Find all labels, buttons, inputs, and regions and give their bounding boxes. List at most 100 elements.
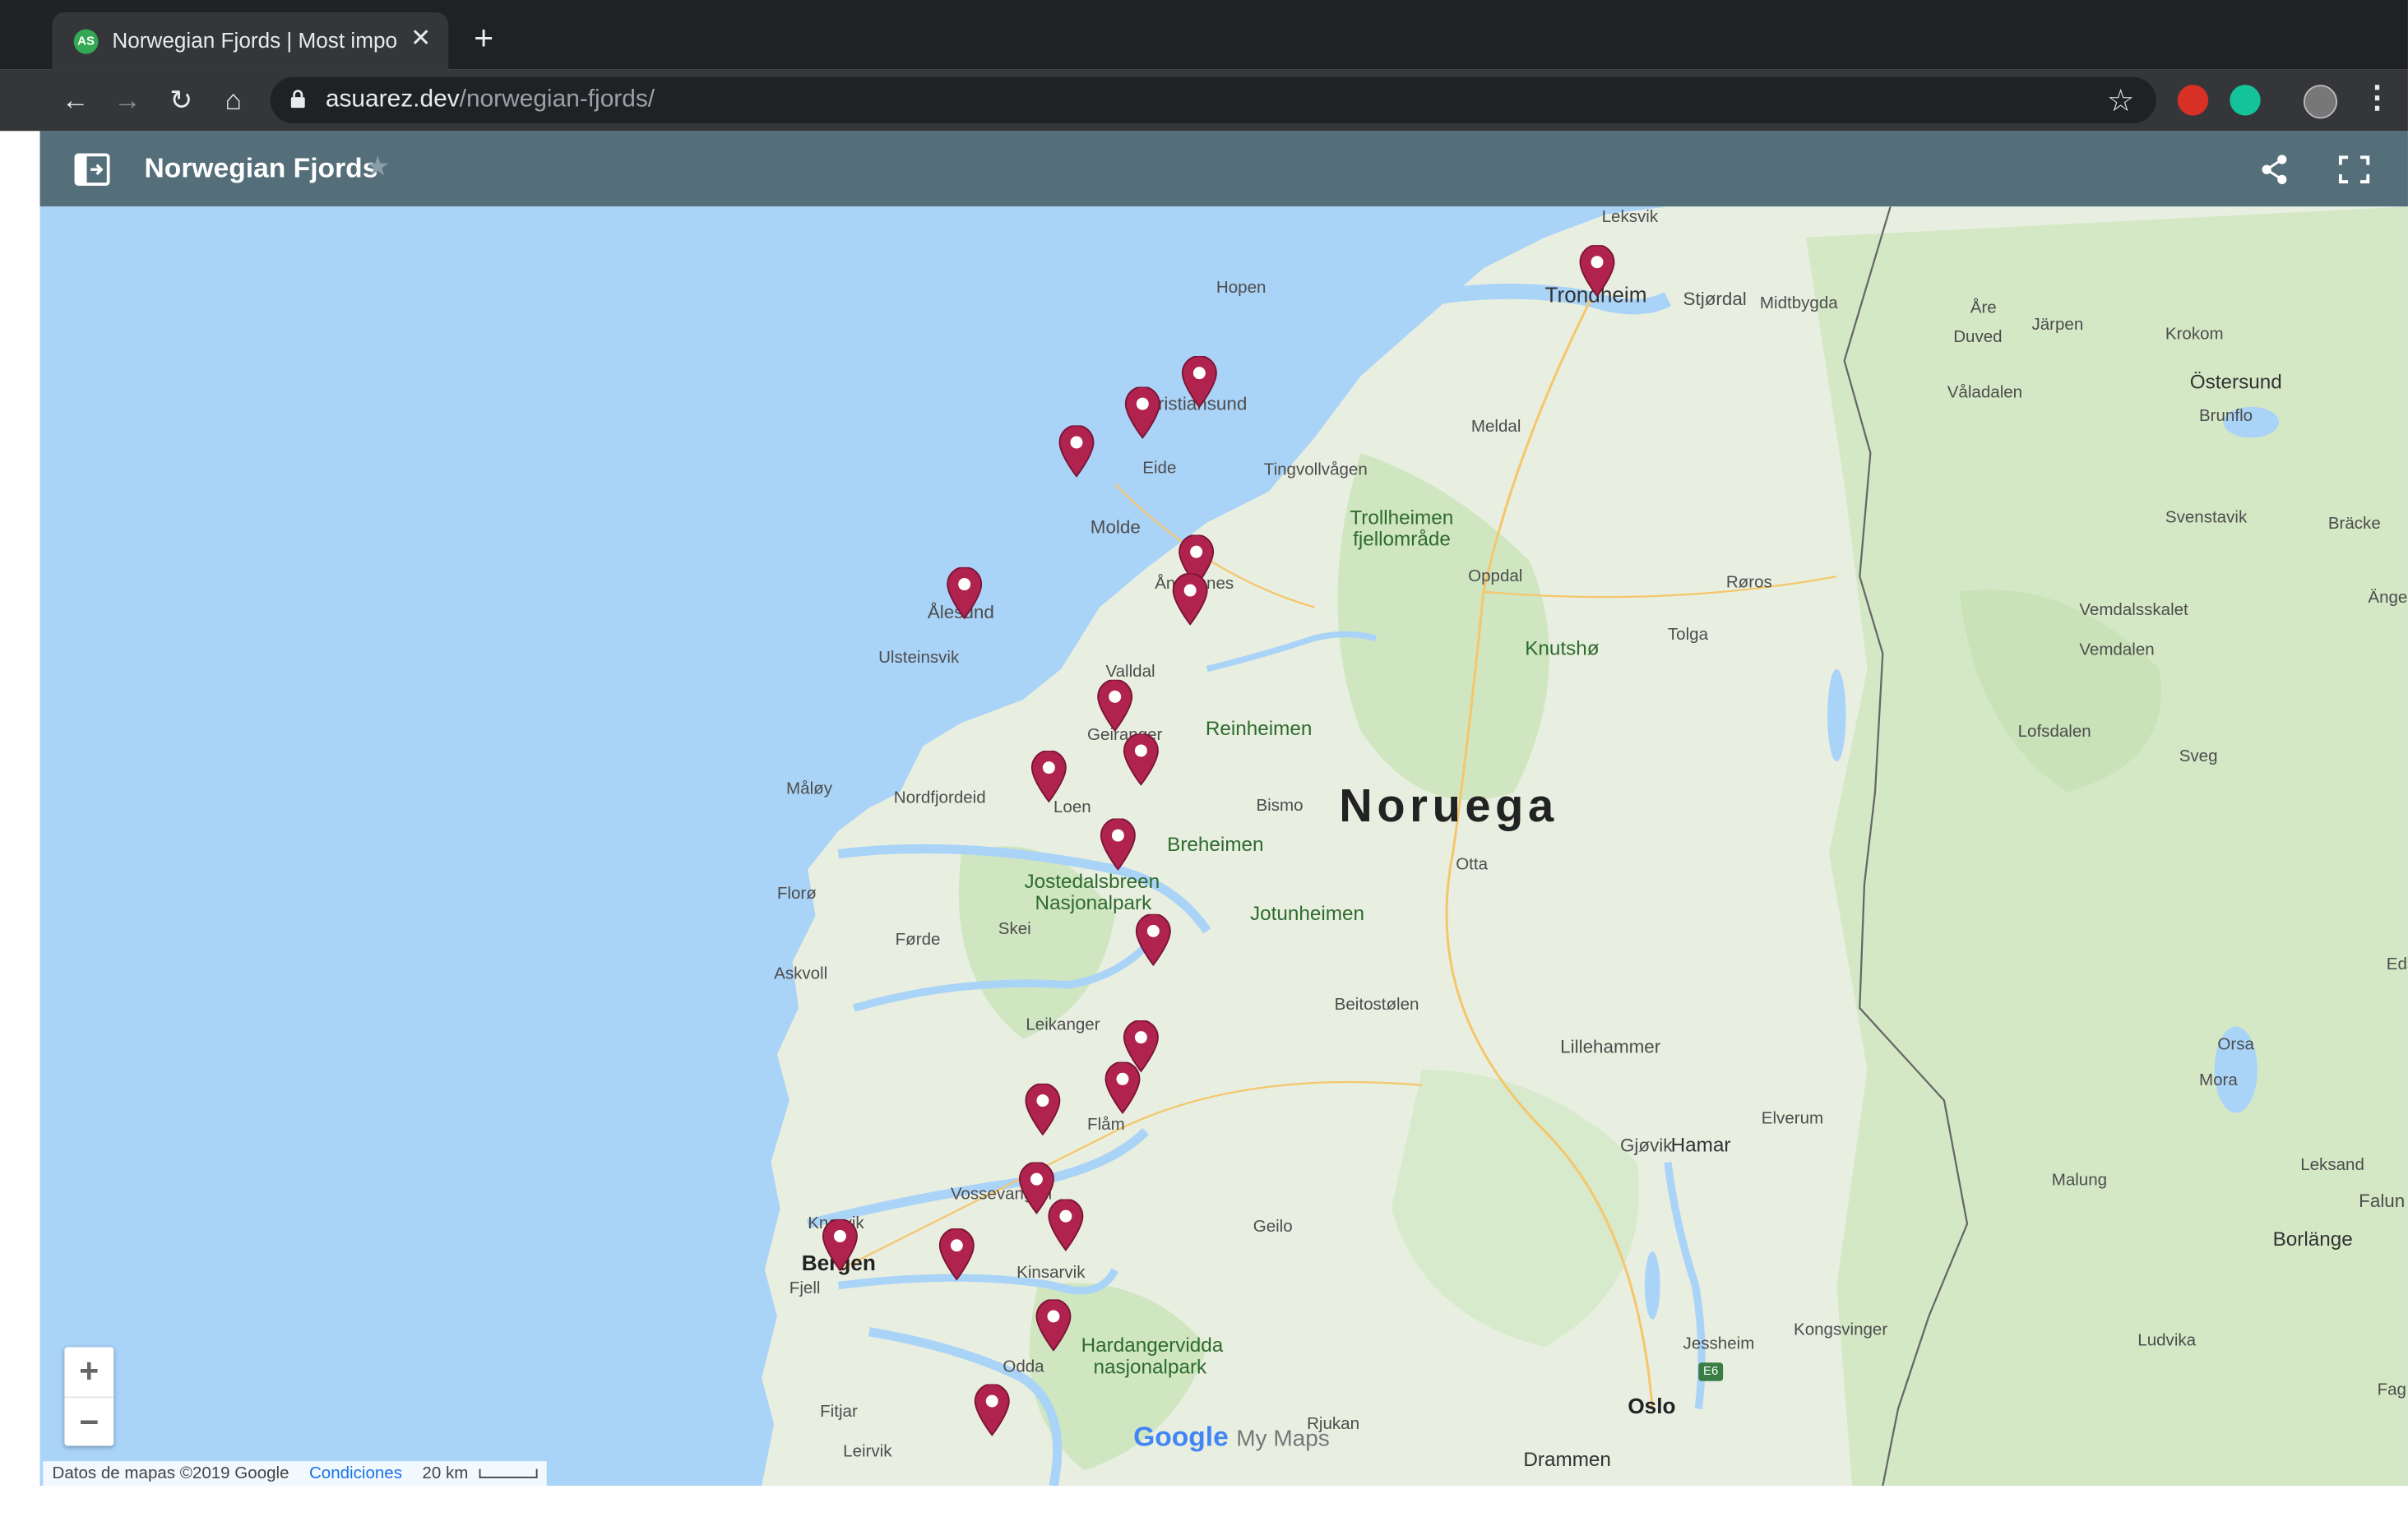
place-label: Oslo [1628, 1393, 1676, 1418]
place-label: Östersund [2189, 369, 2282, 394]
place-label: Orsa [2217, 1035, 2254, 1055]
place-label: Måløy [786, 779, 832, 799]
place-label: Elverum [1761, 1109, 1824, 1129]
address-bar[interactable]: asuarez.dev/norwegian-fjords/ ☆ [270, 76, 2156, 123]
lock-icon [290, 90, 305, 109]
zoom-control: + − [64, 1347, 114, 1447]
place-label: Vemdalen [2079, 640, 2155, 660]
map-marker-pin[interactable] [1100, 817, 1137, 871]
place-label: Molde [1090, 516, 1141, 539]
place-label: Geilo [1253, 1218, 1293, 1237]
extension-grammarly-icon[interactable] [2230, 85, 2261, 116]
place-label: Valldal [1105, 663, 1155, 682]
fullscreen-icon[interactable] [2338, 155, 2370, 184]
place-label: Kinsarvik [1016, 1264, 1086, 1283]
map-marker-pin[interactable] [974, 1383, 1011, 1436]
sidebar-toggle-icon[interactable] [74, 153, 111, 187]
place-label: Flåm [1087, 1116, 1125, 1135]
place-label: Eds [2386, 955, 2408, 974]
place-label: Hardangervidda [1081, 1333, 1224, 1357]
place-label: Brunflo [2198, 406, 2253, 426]
url-text: asuarez.dev/norwegian-fjords/ [326, 86, 655, 114]
place-label: Lillehammer [1560, 1035, 1661, 1058]
tab-title: Norwegian Fjords | Most impor [112, 27, 398, 53]
place-label: Jessheim [1683, 1334, 1755, 1353]
place-label: Bräcke [2327, 515, 2381, 534]
place-label: Askvoll [774, 964, 828, 984]
map-title: Norwegian Fjords [144, 152, 378, 184]
close-tab-icon[interactable]: ✕ [409, 25, 433, 55]
map-marker-pin[interactable] [946, 566, 983, 620]
place-label: Järpen [2031, 316, 2084, 335]
place-label: Malung [2051, 1171, 2108, 1191]
google-mymaps-logo: Google My Maps [1133, 1421, 1330, 1453]
favorite-star-icon[interactable]: ★ [365, 151, 390, 183]
extension-adblock-icon[interactable] [2177, 85, 2209, 116]
map-marker-pin[interactable] [1181, 355, 1218, 409]
map-marker-pin[interactable] [1172, 572, 1209, 626]
reload-icon[interactable]: ↻ [163, 81, 200, 118]
place-label: Tolga [1667, 626, 1708, 645]
browser-tab[interactable]: AS Norwegian Fjords | Most impor ✕ [52, 12, 449, 70]
browser-menu-icon[interactable]: ⋮ [2362, 79, 2392, 118]
zoom-out-button[interactable]: − [64, 1398, 113, 1447]
map-marker-pin[interactable] [1104, 1061, 1141, 1115]
url-host: asuarez.dev [325, 86, 460, 113]
place-label: Knutshø [1525, 636, 1600, 660]
place-label: Fjell [789, 1279, 821, 1298]
url-path: /norwegian-fjords/ [459, 86, 655, 113]
map-canvas[interactable]: Leksvik Hopen Trondheim Stjørdal Midtbyg… [39, 206, 2408, 1487]
map-data-attribution: Datos de mapas ©2019 Google [52, 1464, 289, 1483]
google-logo-text: Google [1133, 1421, 1229, 1452]
forward-arrow-icon[interactable]: → [109, 81, 146, 118]
share-icon[interactable] [2261, 154, 2289, 185]
map-marker-pin[interactable] [938, 1228, 975, 1281]
new-tab-button[interactable]: + [467, 21, 501, 55]
page-bottom-margin [0, 1486, 2408, 1526]
map-marker-pin[interactable] [1058, 424, 1095, 478]
map-marker-pin[interactable] [1579, 244, 1616, 298]
place-label: Beitostølen [1334, 996, 1419, 1015]
back-arrow-icon[interactable]: ← [57, 81, 94, 118]
bookmark-star-icon[interactable]: ☆ [2107, 81, 2134, 120]
place-label: Bismo [1256, 797, 1304, 816]
place-label: Leirvik [843, 1442, 892, 1462]
place-label: Svenstavik [2165, 508, 2248, 528]
home-icon[interactable]: ⌂ [215, 81, 252, 118]
place-label: Midtbygda [1759, 294, 1838, 313]
place-label: Våladalen [1947, 383, 2023, 403]
scale-bar [479, 1468, 538, 1479]
place-label: Kongsvinger [1794, 1320, 1888, 1340]
country-label: Noruega [1339, 781, 1558, 833]
place-label: Florø [776, 885, 817, 904]
map-marker-pin[interactable] [1047, 1198, 1084, 1252]
place-label: Førde [895, 931, 941, 950]
map-marker-pin[interactable] [1123, 733, 1160, 786]
map-marker-pin[interactable] [1096, 678, 1133, 733]
mymaps-header: Norwegian Fjords ★ [39, 131, 2408, 207]
place-label: Ludvika [2137, 1331, 2197, 1351]
place-label: Reinheimen [1205, 716, 1313, 740]
place-label: Leikanger [1026, 1015, 1100, 1034]
page-margin [0, 131, 40, 1526]
map-marker-pin[interactable] [822, 1218, 859, 1272]
place-label: fjellområde [1353, 527, 1451, 551]
map-marker-pin[interactable] [1135, 913, 1172, 967]
place-label: Oppdal [1468, 566, 1523, 586]
place-label: Drammen [1523, 1447, 1611, 1471]
profile-avatar[interactable] [2303, 85, 2338, 119]
place-label: Änge [2368, 589, 2408, 608]
map-marker-pin[interactable] [1124, 386, 1161, 440]
place-label: nasjonalpark [1093, 1354, 1207, 1378]
site-favicon-icon: AS [73, 29, 99, 54]
map-marker-pin[interactable] [1030, 750, 1067, 803]
terms-link[interactable]: Condiciones [309, 1464, 402, 1482]
map-marker-pin[interactable] [1024, 1082, 1061, 1136]
place-label: Åre [1970, 298, 1997, 318]
place-label: Stjørdal [1683, 288, 1747, 310]
place-label: Meldal [1470, 418, 1521, 437]
place-label: Breheimen [1167, 832, 1264, 856]
map-marker-pin[interactable] [1035, 1298, 1072, 1352]
place-label: Hamar [1670, 1132, 1731, 1157]
zoom-in-button[interactable]: + [64, 1347, 114, 1399]
